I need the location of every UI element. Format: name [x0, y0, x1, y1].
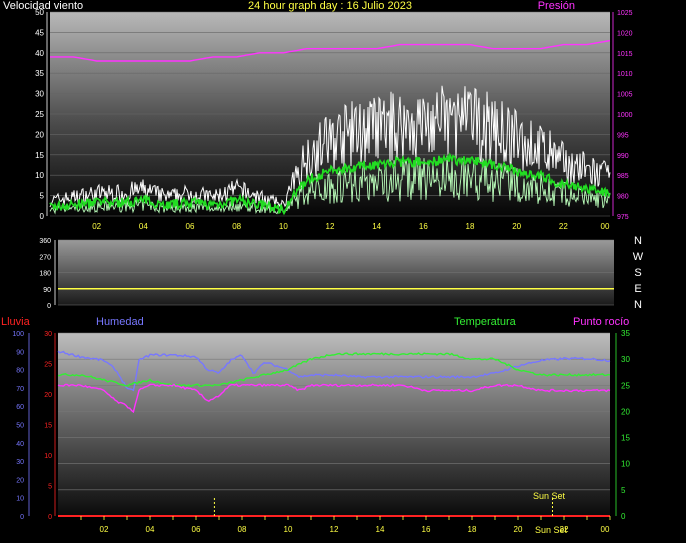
pressure-y-tick-label: 995	[617, 132, 629, 139]
humidity-x-tick-label: 00	[601, 525, 610, 534]
dewpoint-label: Punto rocío	[573, 316, 629, 328]
rain-y-tick-label: 10	[44, 453, 52, 460]
humidity-x-tick-label: 20	[514, 525, 523, 534]
humidity-y-tick-label: 30	[16, 459, 24, 466]
humidity-x-tick-label: 06	[192, 525, 201, 534]
humidity-x-tick-label: 14	[376, 525, 385, 534]
direction-y-tick-label: 360	[39, 238, 51, 245]
wind-x-tick-label: 10	[279, 222, 288, 231]
humidity-y-tick-label: 40	[16, 441, 24, 448]
wind-y-tick-label: 15	[35, 151, 44, 160]
temperature-y-tick-label: 10	[621, 460, 630, 469]
humidity-x-tick-label: 04	[146, 525, 155, 534]
wind-y-tick-label: 20	[35, 130, 44, 139]
humidity-x-tick-label: 16	[422, 525, 431, 534]
humidity-x-tick-label: 18	[468, 525, 477, 534]
direction-letter-n-top: N	[634, 235, 642, 247]
pressure-label: Presión	[538, 0, 575, 12]
pressure-y-tick-label: 1015	[617, 51, 633, 58]
humidity-x-tick-label: 02	[100, 525, 109, 534]
pressure-y-tick-label: 975	[617, 214, 629, 221]
humidity-y-tick-label: 0	[20, 514, 24, 521]
wind-y-tick-label: 30	[35, 90, 44, 99]
wind-y-tick-label: 0	[40, 212, 45, 221]
humidity-y-tick-label: 100	[12, 331, 24, 338]
wind-x-tick-label: 02	[92, 222, 101, 231]
rain-y-tick-label: 5	[48, 484, 52, 491]
wind-x-tick-label: 18	[466, 222, 475, 231]
wind-x-tick-label: 04	[139, 222, 148, 231]
wind-y-tick-label: 35	[35, 69, 44, 78]
direction-y-tick-label: 180	[39, 271, 51, 278]
direction-y-tick-label: 90	[43, 287, 51, 294]
wind-x-tick-label: 16	[419, 222, 428, 231]
rain-y-tick-label: 30	[44, 331, 52, 338]
humidity-y-tick-label: 60	[16, 404, 24, 411]
wind-x-tick-label: 06	[186, 222, 195, 231]
wind-speed-label: Velocidad viento	[3, 0, 83, 12]
sunset-label: Sun Set	[533, 491, 566, 501]
temperature-y-tick-label: 5	[621, 486, 626, 495]
wind-y-tick-label: 5	[40, 192, 45, 201]
temperature-label: Temperatura	[454, 316, 517, 328]
humidity-x-tick-label: 12	[330, 525, 339, 534]
humidity-y-tick-label: 70	[16, 386, 24, 393]
wind-y-tick-label: 25	[35, 110, 44, 119]
weather-graph: 0 5 10 15 20 25 30 35 40 45 50 975 980 985 990 995 1000 1…	[0, 0, 686, 543]
temperature-y-tick-label: 20	[621, 407, 630, 416]
rain-y-tick-label: 0	[48, 514, 52, 521]
wind-y-tick-label: 10	[35, 171, 44, 180]
direction-letter-e: E	[634, 283, 641, 295]
pressure-y-tick-label: 1025	[617, 10, 633, 17]
chart-title: 24 hour graph day : 16 Julio 2023	[248, 0, 412, 12]
direction-letter-n-bottom: N	[634, 299, 642, 311]
humidity-y-tick-label: 90	[16, 349, 24, 356]
wind-x-tick-label: 12	[326, 222, 335, 231]
direction-letter-w: W	[633, 251, 644, 263]
humidity-x-tick-label: 10	[284, 525, 293, 534]
temperature-y-tick-label: 15	[621, 434, 630, 443]
wind-y-tick-label: 45	[35, 28, 44, 37]
temperature-y-tick-label: 35	[621, 329, 630, 338]
pressure-y-tick-label: 1010	[617, 71, 633, 78]
wind-x-tick-label: 22	[559, 222, 568, 231]
wind-x-tick-label: 08	[232, 222, 241, 231]
temperature-y-tick-label: 30	[621, 355, 630, 364]
direction-letter-s: S	[634, 267, 641, 279]
humidity-panel-background	[58, 333, 610, 516]
wind-x-tick-label: 00	[601, 222, 610, 231]
humidity-y-tick-label: 10	[16, 496, 24, 503]
pressure-y-tick-label: 990	[617, 153, 629, 160]
temperature-y-tick-label: 0	[621, 512, 626, 521]
wind-x-tick-label: 20	[512, 222, 521, 231]
rain-y-tick-label: 20	[44, 392, 52, 399]
direction-y-tick-label: 270	[39, 254, 51, 261]
wind-x-tick-label: 14	[372, 222, 381, 231]
wind-y-tick-label: 40	[35, 49, 44, 58]
rain-label: Lluvia	[1, 316, 31, 328]
rain-y-tick-label: 15	[44, 423, 52, 430]
rain-y-tick-label: 25	[44, 362, 52, 369]
pressure-y-tick-label: 1000	[617, 112, 633, 119]
direction-y-tick-label: 0	[47, 303, 51, 310]
humidity-y-tick-label: 50	[16, 423, 24, 430]
sunset-axis-label: Sun Set	[535, 525, 568, 535]
humidity-x-tick-label: 08	[238, 525, 247, 534]
humidity-y-tick-label: 80	[16, 368, 24, 375]
pressure-y-tick-label: 985	[617, 173, 629, 180]
pressure-y-tick-label: 1005	[617, 92, 633, 99]
weather-chart-svg: 0510152025303540455097598098599099510001…	[1, 0, 644, 535]
pressure-y-tick-label: 980	[617, 194, 629, 201]
humidity-label: Humedad	[96, 316, 144, 328]
humidity-y-tick-label: 20	[16, 477, 24, 484]
pressure-y-tick-label: 1020	[617, 30, 633, 37]
temperature-y-tick-label: 25	[621, 381, 630, 390]
